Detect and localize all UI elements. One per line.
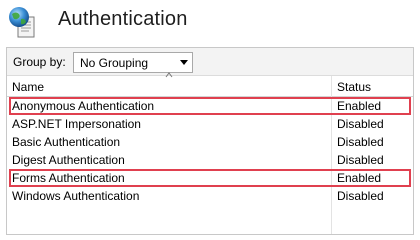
row-status: Disabled bbox=[337, 153, 384, 167]
row-name: Digest Authentication bbox=[12, 153, 125, 167]
row-name: Basic Authentication bbox=[12, 135, 121, 149]
page-title: Authentication bbox=[58, 8, 188, 30]
table-rows: Anonymous Authentication Enabled ASP.NET… bbox=[7, 97, 413, 205]
authentication-table: Name Status Anonymous Authentication Ena… bbox=[7, 72, 413, 234]
page-header: Authentication bbox=[0, 0, 420, 46]
table-row[interactable]: ASP.NET Impersonation Disabled bbox=[7, 115, 413, 133]
group-by-label: Group by: bbox=[13, 55, 66, 69]
features-panel: Group by: No Grouping Name Status Anonym… bbox=[6, 47, 414, 235]
sort-ascending-icon bbox=[165, 72, 173, 78]
group-by-dropdown[interactable]: No Grouping bbox=[73, 52, 193, 73]
row-name: ASP.NET Impersonation bbox=[12, 117, 141, 131]
table-row[interactable]: Digest Authentication Disabled bbox=[7, 151, 413, 169]
group-by-toolbar: Group by: No Grouping bbox=[7, 48, 413, 76]
column-header-name[interactable]: Name bbox=[12, 80, 44, 94]
row-name: Windows Authentication bbox=[12, 189, 140, 203]
row-status: Disabled bbox=[337, 189, 384, 203]
row-status: Enabled bbox=[337, 99, 382, 113]
row-status: Enabled bbox=[337, 171, 382, 185]
table-header: Name Status bbox=[7, 72, 413, 97]
row-status: Disabled bbox=[337, 117, 384, 131]
table-row[interactable]: Windows Authentication Disabled bbox=[7, 187, 413, 205]
table-row[interactable]: Anonymous Authentication Enabled bbox=[7, 97, 413, 115]
group-by-value: No Grouping bbox=[80, 56, 149, 70]
row-name: Forms Authentication bbox=[12, 171, 125, 185]
dropdown-arrow-icon[interactable] bbox=[180, 60, 188, 65]
globe-document-icon bbox=[9, 7, 35, 38]
table-row[interactable]: Basic Authentication Disabled bbox=[7, 133, 413, 151]
row-name: Anonymous Authentication bbox=[12, 99, 155, 113]
column-header-status[interactable]: Status bbox=[337, 80, 371, 94]
row-status: Disabled bbox=[337, 135, 384, 149]
table-row[interactable]: Forms Authentication Enabled bbox=[7, 169, 413, 187]
